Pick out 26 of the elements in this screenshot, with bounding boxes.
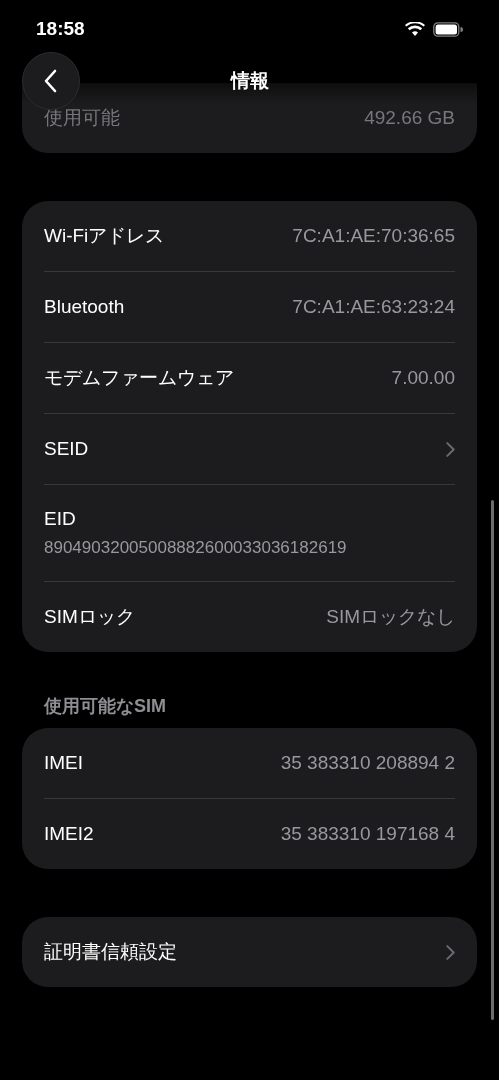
status-time: 18:58 [36, 18, 85, 40]
row-value: 35 383310 208894 2 [280, 752, 455, 774]
row-label: EID [44, 508, 76, 530]
row-value: SIMロックなし [326, 605, 455, 629]
row-label: SIMロック [44, 605, 135, 629]
settings-row[interactable]: 証明書信頼設定 [44, 917, 455, 987]
row-value: 7.00.00 [391, 367, 455, 389]
section-header: 使用可能なSIM [44, 695, 167, 718]
row-value: 35 383310 197168 4 [280, 823, 455, 845]
settings-row[interactable]: SEID [44, 414, 455, 484]
row-value: 7C:A1:AE:63:23:24 [292, 296, 455, 318]
row-value: 89049032005008882600033036182619 [44, 538, 347, 558]
page-title: 情報 [230, 69, 269, 93]
row-label: Bluetooth [44, 296, 125, 318]
row-label: モデムファームウェア [44, 366, 234, 390]
row-label: IMEI [44, 752, 84, 774]
wifi-icon [405, 21, 425, 37]
chevron-icon [446, 441, 455, 457]
row-value: 492.66 GB [364, 107, 455, 129]
row-label: 使用可能 [44, 106, 120, 130]
row-value: 7C:A1:AE:70:36:65 [292, 225, 455, 247]
chevron-icon [446, 944, 455, 960]
row-label: Wi-Fiアドレス [44, 224, 165, 248]
back-icon [44, 69, 58, 93]
row-label: IMEI2 [44, 823, 94, 845]
battery-icon [433, 21, 463, 37]
